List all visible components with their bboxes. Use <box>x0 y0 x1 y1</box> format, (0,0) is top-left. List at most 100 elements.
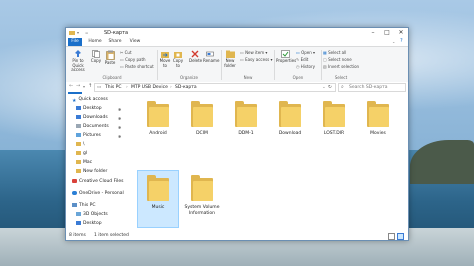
sidebar-item-label: Desktop <box>83 106 102 111</box>
item-count: 8 items <box>69 233 86 238</box>
forward-arrow-icon[interactable]: → <box>76 83 80 89</box>
sidebar-item-quick-access[interactable]: ★ Quick access <box>72 96 108 104</box>
computer-icon: ▭ <box>97 85 102 90</box>
folder-item-ddm-1[interactable]: DDM-1 <box>226 97 266 153</box>
folder-item-lost-dir[interactable]: LOST.DIR <box>314 97 354 153</box>
new-item-label: New item <box>245 50 265 55</box>
folder-item-dcim[interactable]: DCIM <box>182 97 222 153</box>
sidebar-item-creative-cloud[interactable]: Creative Cloud Files <box>72 178 123 186</box>
folder-item-movies[interactable]: Movies <box>358 97 398 153</box>
chevron-down-icon[interactable]: ⌄ <box>392 39 395 44</box>
navigation-pane: ★ Quick access Desktop ✱ Downloads ✱ Docu… <box>66 94 134 232</box>
sidebar-item-label: New folder <box>83 169 108 174</box>
help-icon[interactable]: ? <box>400 38 403 44</box>
breadcrumb-sd-card[interactable]: SD-карта <box>175 85 197 90</box>
sidebar-item-new-folder[interactable]: New folder <box>76 168 107 176</box>
breadcrumb-this-pc[interactable]: This PC <box>105 85 121 90</box>
computer-icon <box>72 202 77 207</box>
sidebar-item-this-pc[interactable]: This PC <box>72 202 95 210</box>
customize-toolbar-icon[interactable]: = <box>85 30 91 35</box>
paste-shortcut-button[interactable]: ▭ Paste shortcut <box>120 64 154 69</box>
move-to-label: Move to <box>159 58 171 68</box>
move-to-button[interactable]: Move to <box>159 50 171 68</box>
address-box[interactable]: ▭ This PC › MTP USB Device › SD-карта ⌄ … <box>94 83 336 92</box>
pin-icon[interactable]: ✱ <box>118 125 121 130</box>
select-all-button[interactable]: ▦ Select all <box>323 50 346 55</box>
sidebar-item-onedrive[interactable]: OneDrive - Personal <box>72 190 124 198</box>
tab-share[interactable]: Share <box>108 38 122 46</box>
copy-path-button[interactable]: ▭ Copy path <box>120 57 146 62</box>
cut-label: Cut <box>124 50 132 55</box>
select-all-label: Select all <box>328 50 347 55</box>
new-folder-button[interactable]: New folder <box>223 50 237 68</box>
ribbon-tabs: File Home Share View ⌄ ? <box>66 38 408 94</box>
copy-button[interactable]: Copy <box>90 50 102 64</box>
sidebar-item-pictures[interactable]: Pictures <box>76 132 101 140</box>
open-group-label: Open <box>292 75 304 80</box>
folder-item-music[interactable]: Music <box>137 170 179 228</box>
folder-icon <box>367 101 389 127</box>
close-button[interactable]: ✕ <box>394 28 408 38</box>
folder-item-download[interactable]: Download <box>270 97 310 153</box>
creative-cloud-icon <box>72 178 77 183</box>
pin-quick-access-label: Pin to Quick access <box>71 58 85 72</box>
pictures-icon <box>76 132 81 137</box>
clipboard-icon <box>105 50 115 60</box>
edit-button[interactable]: ✎ Edit <box>296 57 308 62</box>
pin-icon[interactable]: ✱ <box>118 134 121 139</box>
folder-icon <box>69 31 75 35</box>
paste-button[interactable]: Paste <box>103 50 117 66</box>
select-none-button[interactable]: ▢ Select none <box>323 57 352 62</box>
file-name: Android <box>149 131 167 136</box>
tab-home[interactable]: Home <box>88 38 102 46</box>
sidebar-item-gl[interactable]: gl <box>76 150 87 158</box>
folder-item-android[interactable]: Android <box>138 97 178 153</box>
back-arrow-icon[interactable]: ← <box>69 83 73 89</box>
pin-quick-access-button[interactable]: Pin to Quick access <box>68 50 88 73</box>
cut-button[interactable]: ✂ Cut <box>120 50 132 55</box>
search-placeholder: Search SD-карта <box>349 85 388 90</box>
pin-icon[interactable]: ✱ <box>118 107 121 112</box>
folder-item-system-volume-information[interactable]: System Volume Information <box>182 171 222 227</box>
copy-to-button[interactable]: Copy to <box>172 50 184 68</box>
cube-icon <box>76 211 81 216</box>
chevron-right-icon[interactable]: › <box>170 85 172 90</box>
open-button[interactable]: ▭ Open ▾ <box>296 50 315 55</box>
sidebar-item-3d-objects[interactable]: 3D Objects <box>76 211 108 219</box>
history-button[interactable]: ◷ History <box>296 64 315 69</box>
recent-locations-icon[interactable]: ▾ <box>83 84 85 89</box>
rename-button[interactable]: Rename <box>203 50 219 64</box>
ribbon: Pin to Quick access Copy Paste ✂ Cut ▭ C… <box>66 46 408 83</box>
minimize-button[interactable]: – <box>366 28 380 38</box>
invert-selection-button[interactable]: ▧ Invert selection <box>323 64 359 69</box>
folder-icon <box>235 101 257 127</box>
chevron-down-icon[interactable]: ⌄ <box>322 85 326 90</box>
copy-to-label: Copy to <box>172 58 184 68</box>
folder-icon <box>76 141 81 146</box>
up-arrow-icon[interactable]: ↑ <box>88 83 92 89</box>
chevron-right-icon[interactable]: › <box>126 85 128 90</box>
properties-button[interactable]: Properties <box>276 50 296 64</box>
breadcrumb-mtp-usb-device[interactable]: MTP USB Device <box>131 85 168 90</box>
copy-to-icon <box>174 52 182 58</box>
easy-access-button[interactable]: ▭ Easy access ▾ <box>240 57 273 62</box>
sidebar-item-documents[interactable]: Documents <box>76 123 109 131</box>
maximize-button[interactable]: □ <box>380 28 394 38</box>
sidebar-item-backslash[interactable]: \ <box>76 141 85 149</box>
sidebar-item-downloads[interactable]: Downloads <box>76 114 108 122</box>
new-item-button[interactable]: ▭ New item ▾ <box>240 50 267 55</box>
details-view-icon[interactable] <box>388 233 395 240</box>
delete-button[interactable]: Delete <box>189 50 202 64</box>
refresh-icon[interactable]: ↻ <box>328 85 332 90</box>
tab-view[interactable]: View <box>128 38 142 46</box>
sidebar-item-label: gl <box>83 151 88 156</box>
pin-icon[interactable]: ✱ <box>118 116 121 121</box>
quick-access-toolbar-icon[interactable]: ▾ <box>77 30 83 35</box>
address-bar-row: ← → ▾ ↑ ▭ This PC › MTP USB Device › SD-… <box>66 82 408 92</box>
sidebar-item-mac[interactable]: Mac <box>76 159 92 167</box>
folder-icon <box>191 175 213 201</box>
sidebar-item-desktop-pc[interactable]: Desktop <box>76 220 102 228</box>
search-input[interactable]: ⌕ Search SD-карта <box>338 83 406 92</box>
large-icons-view-icon[interactable] <box>397 233 404 240</box>
sidebar-item-desktop[interactable]: Desktop <box>76 105 102 113</box>
